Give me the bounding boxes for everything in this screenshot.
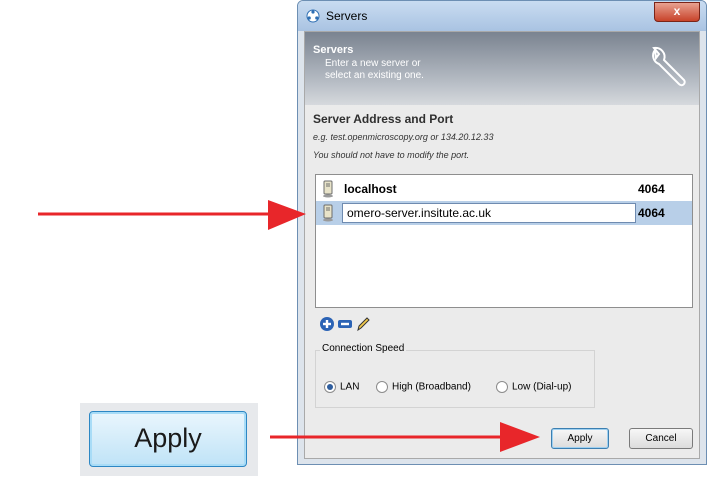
radio-low-dialup[interactable]: Low (Dial-up) xyxy=(496,381,571,393)
server-port: 4064 xyxy=(638,206,665,220)
radio-high-broadband[interactable]: High (Broadband) xyxy=(376,381,471,393)
banner-description-line1: Enter a new server or xyxy=(325,58,421,69)
remove-icon[interactable] xyxy=(337,316,353,332)
server-port: 4064 xyxy=(638,182,665,196)
radio-dot xyxy=(376,381,388,393)
apply-button-zoomed: Apply xyxy=(89,411,247,467)
apply-button-zoomed-label: Apply xyxy=(134,423,202,453)
server-row-selected[interactable]: 4064 xyxy=(316,201,692,225)
title-bar[interactable]: Servers x xyxy=(298,1,706,31)
dialog-content: Servers Enter a new server or select an … xyxy=(304,31,700,459)
close-button[interactable]: x xyxy=(654,2,700,22)
apply-button-callout: Apply xyxy=(80,403,258,476)
section-title: Server Address and Port xyxy=(313,112,454,126)
radio-label: Low (Dial-up) xyxy=(512,381,572,393)
radio-label: High (Broadband) xyxy=(392,381,471,393)
window-title: Servers xyxy=(326,9,368,23)
address-hint: e.g. test.openmicroscopy.org or 134.20.1… xyxy=(313,132,494,142)
connection-speed-group: Connection Speed LAN High (Broadband) Lo… xyxy=(315,343,595,408)
edit-pencil-icon[interactable] xyxy=(355,316,371,332)
cancel-button[interactable]: Cancel xyxy=(629,428,693,449)
banner-description-line2: select an existing one. xyxy=(325,70,424,81)
server-icon xyxy=(323,180,333,198)
radio-lan[interactable]: LAN xyxy=(324,381,359,393)
radio-label: LAN xyxy=(340,381,360,393)
server-host-input[interactable] xyxy=(342,203,636,223)
radio-dot xyxy=(496,381,508,393)
banner-title: Servers xyxy=(313,44,354,56)
server-row[interactable]: localhost 4064 xyxy=(316,177,692,201)
radio-selected-dot xyxy=(324,381,336,393)
apply-button[interactable]: Apply xyxy=(551,428,609,449)
servers-dialog: Servers x Servers Enter a new server or … xyxy=(297,0,707,465)
add-icon[interactable] xyxy=(319,316,335,332)
wrench-icon xyxy=(652,46,686,87)
header-banner: Servers Enter a new server or select an … xyxy=(305,32,699,105)
server-list[interactable]: localhost 4064 4064 xyxy=(315,174,693,308)
server-host: localhost xyxy=(344,182,397,196)
server-icon xyxy=(323,204,333,222)
port-hint: You should not have to modify the port. xyxy=(313,150,470,160)
connection-speed-label: Connection Speed xyxy=(320,343,407,354)
arrow-to-server-field xyxy=(38,200,306,230)
servers-app-icon xyxy=(306,9,320,23)
